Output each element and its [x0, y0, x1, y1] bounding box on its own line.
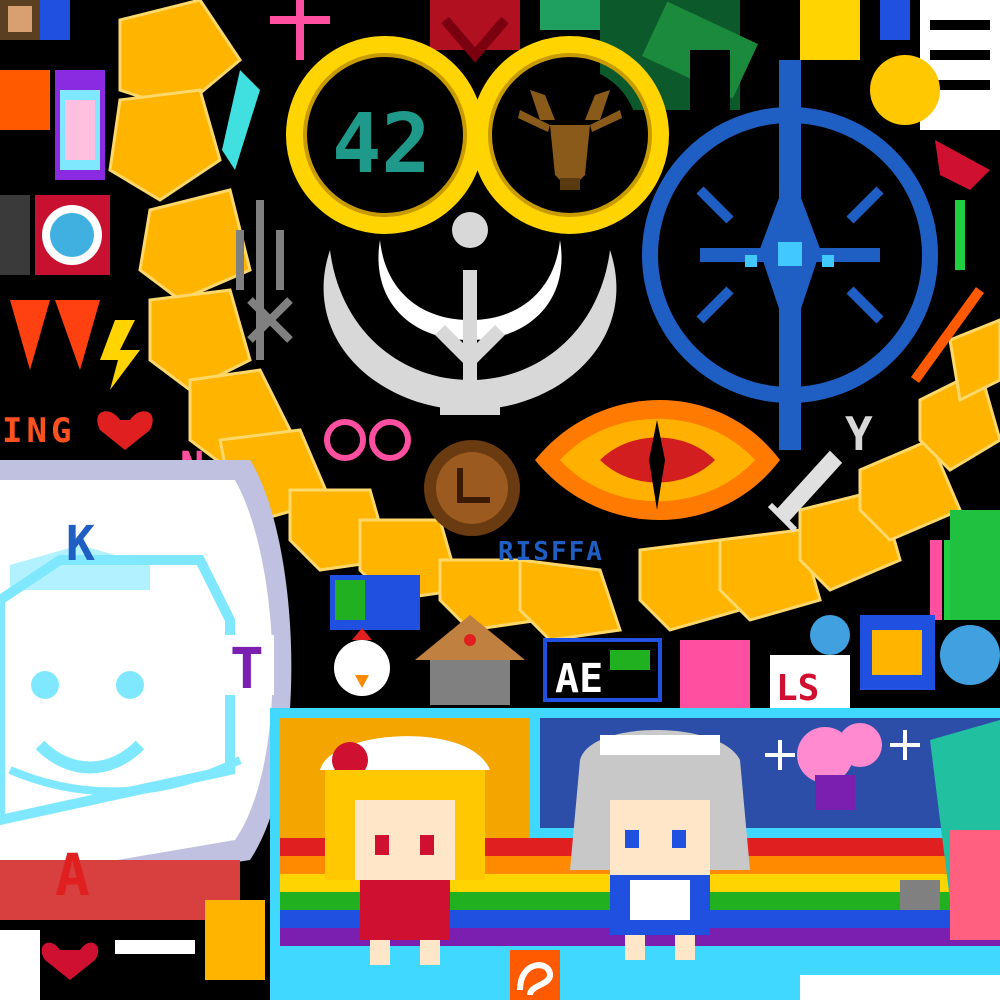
- ae-label: AE: [555, 656, 603, 702]
- risffa-label: RISFFA: [498, 537, 604, 567]
- letter-k: K: [66, 516, 95, 572]
- y-glyph: Y: [845, 407, 873, 461]
- ing-label: ING: [2, 411, 75, 451]
- ls-label: LS: [776, 668, 819, 709]
- pixel-canvas: ING 42 Y RISFFA K T A AE LS: [0, 0, 1000, 1000]
- letter-t: T: [230, 637, 264, 702]
- letter-a: A: [55, 841, 90, 909]
- bottom-white-strip: [800, 975, 1000, 1000]
- number-42: 42: [332, 97, 431, 192]
- bronze-medallion: [424, 440, 520, 536]
